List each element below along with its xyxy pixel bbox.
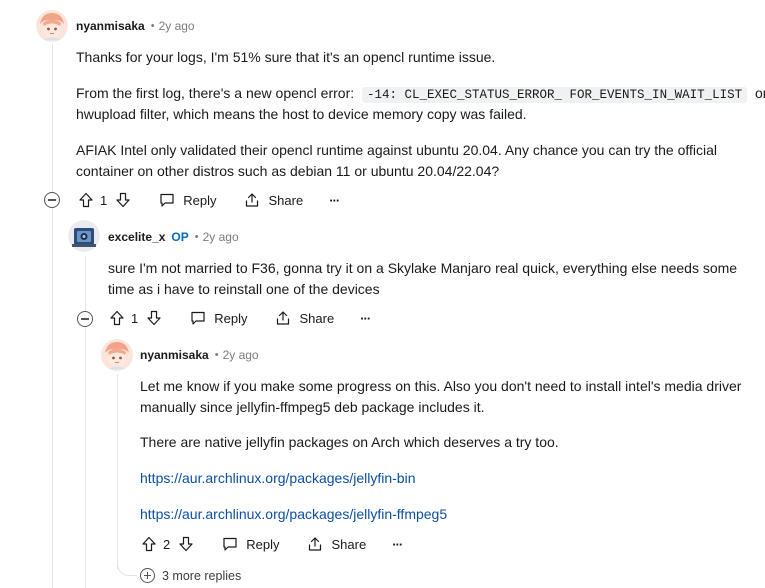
reply-label: Reply [246, 536, 280, 552]
collapse-icon[interactable] [77, 311, 93, 327]
avatar[interactable] [68, 220, 100, 252]
upvote-icon[interactable] [76, 190, 96, 210]
overflow-menu-button[interactable]: ··· [392, 536, 403, 552]
more-replies-button[interactable]: 3 more replies [140, 568, 241, 583]
comment-meta: nyanmisaka • 2y ago [76, 16, 195, 36]
vote-group: 1 [76, 190, 133, 210]
timestamp[interactable]: 2y ago [203, 230, 239, 244]
separator-dot: • [214, 349, 219, 361]
comment-text: Thanks for your logs, I'm 51% sure that … [76, 49, 496, 65]
collapse-icon[interactable] [44, 192, 60, 208]
reply-label: Reply [183, 192, 217, 208]
share-label: Share [268, 192, 304, 208]
avatar[interactable] [36, 10, 68, 42]
downvote-icon[interactable] [113, 190, 133, 210]
inline-code: -14: CL_EXEC_STATUS_ERROR_ FOR_EVENTS_IN… [362, 87, 748, 103]
aur-link-jellyfin-ffmpeg5[interactable]: https://aur.archlinux.org/packages/jelly… [140, 506, 447, 522]
share-icon [273, 308, 293, 328]
comment-icon [157, 190, 177, 210]
reply-button[interactable]: Reply [188, 308, 247, 328]
share-button[interactable]: Share [305, 534, 366, 554]
vote-count: 2 [163, 536, 171, 552]
vote-count: 1 [131, 310, 139, 326]
downvote-icon[interactable] [176, 534, 196, 554]
timestamp[interactable]: 2y ago [223, 348, 259, 362]
comment-actions: 1 Reply Share ··· [107, 306, 371, 330]
reply-label: Reply [214, 310, 248, 326]
thread-line [85, 256, 86, 588]
comment-text: container on other distros such as debia… [76, 163, 500, 179]
share-icon [305, 534, 325, 554]
vote-group: 1 [107, 308, 164, 328]
overflow-menu-button[interactable]: ··· [329, 192, 340, 208]
share-button[interactable]: Share [242, 190, 303, 210]
comment-text-segment: From the first log, there's a new opencl… [76, 85, 355, 101]
comment-actions: 1 Reply Share ··· [76, 188, 340, 212]
reply-button[interactable]: Reply [157, 190, 216, 210]
comment-text: hwupload filter, which means the host to… [76, 106, 527, 122]
aur-link-jellyfin-bin[interactable]: https://aur.archlinux.org/packages/jelly… [140, 470, 415, 486]
thread-line [52, 44, 53, 588]
thread-line [117, 374, 118, 569]
comment-link: https://aur.archlinux.org/packages/jelly… [140, 504, 447, 524]
comment-icon [220, 534, 240, 554]
share-label: Share [299, 310, 335, 326]
vote-group: 2 [139, 534, 196, 554]
comment-actions: 2 Reply Share ··· [139, 532, 403, 556]
comment-meta: nyanmisaka • 2y ago [140, 345, 259, 365]
comment-text: time as i have to reinstall one of the d… [108, 281, 380, 297]
author-name[interactable]: excelite_x [108, 230, 165, 244]
comment-text: sure I'm not married to F36, gonna try i… [108, 260, 738, 276]
upvote-icon[interactable] [139, 534, 159, 554]
downvote-icon[interactable] [144, 308, 164, 328]
vote-count: 1 [100, 192, 108, 208]
share-label: Share [331, 536, 367, 552]
comment-text: manually since jellyfin-ffmpeg5 deb pack… [140, 399, 485, 415]
comment-text-segment: on [754, 85, 765, 101]
overflow-icon: ··· [392, 536, 403, 552]
share-icon [242, 190, 262, 210]
author-name[interactable]: nyanmisaka [76, 19, 145, 33]
thread-curve [117, 552, 137, 576]
separator-dot: • [194, 231, 199, 243]
comment-text: There are native jellyfin packages on Ar… [140, 434, 559, 450]
avatar[interactable] [101, 339, 133, 371]
overflow-icon: ··· [360, 310, 371, 326]
separator-dot: • [150, 20, 155, 32]
comment-text: From the first log, there's a new opencl… [76, 83, 765, 105]
more-replies-label: 3 more replies [162, 568, 242, 583]
expand-icon [140, 568, 155, 583]
op-badge: OP [171, 230, 189, 244]
comment-text: AFIAK Intel only validated their opencl … [76, 142, 718, 158]
comment-text: Let me know if you make some progress on… [140, 378, 742, 394]
comment-link: https://aur.archlinux.org/packages/jelly… [140, 468, 415, 488]
comment-meta: excelite_x OP • 2y ago [108, 227, 239, 247]
overflow-menu-button[interactable]: ··· [360, 310, 371, 326]
comment-icon [188, 308, 208, 328]
share-button[interactable]: Share [273, 308, 334, 328]
author-name[interactable]: nyanmisaka [140, 348, 209, 362]
reply-button[interactable]: Reply [220, 534, 279, 554]
overflow-icon: ··· [329, 192, 340, 208]
timestamp[interactable]: 2y ago [159, 19, 195, 33]
upvote-icon[interactable] [107, 308, 127, 328]
